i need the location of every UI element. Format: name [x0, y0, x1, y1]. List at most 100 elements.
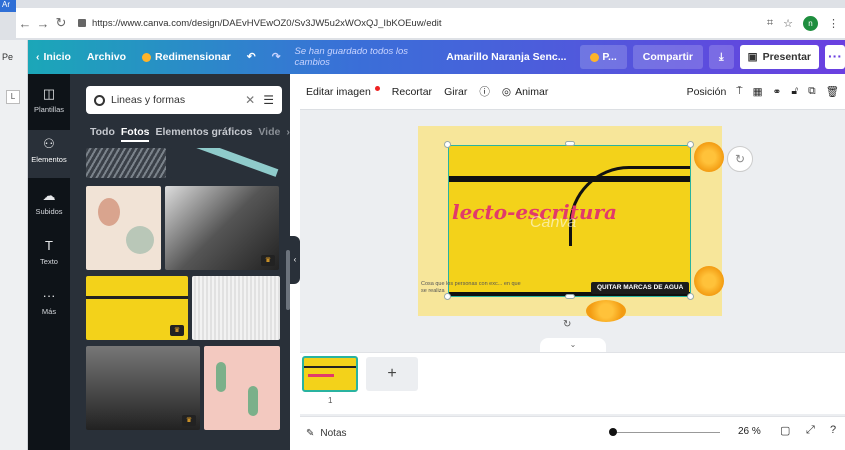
left-ruler: Pe L: [0, 40, 28, 450]
resize-handle[interactable]: [565, 141, 575, 146]
duplicate-icon[interactable]: ⧉: [808, 85, 816, 98]
url-field[interactable]: https://www.canva.com/design/DAEvHVEwOZ0…: [78, 18, 442, 29]
photo-thumb[interactable]: [192, 276, 280, 340]
link-icon[interactable]: ⚭: [773, 86, 782, 98]
grid-icon[interactable]: ⌗: [767, 17, 773, 30]
pro-button[interactable]: P...: [580, 45, 627, 69]
clear-icon[interactable]: ✕: [245, 93, 255, 107]
undo-icon[interactable]: ↶: [239, 51, 264, 63]
resize-handle[interactable]: [444, 141, 451, 148]
reload-icon[interactable]: ↻: [52, 15, 70, 31]
elements-icon: ⚇: [43, 136, 55, 151]
page-thumbnail[interactable]: [302, 356, 358, 392]
transparency-icon[interactable]: ▦: [753, 86, 763, 98]
paint-roller-icon[interactable]: ⍑: [736, 85, 742, 98]
animate-icon: ◎: [501, 85, 512, 98]
page-number: 1: [328, 396, 333, 405]
toolbar-right: Posición ⍑ ▦ ⚭ 🔓︎ ⧉ 🗑︎: [687, 85, 845, 98]
download-icon: ⤓: [718, 50, 724, 63]
tab-all[interactable]: Todo: [90, 126, 115, 142]
forward-icon[interactable]: →: [34, 16, 52, 31]
text-icon: T: [45, 238, 53, 253]
tab-videos[interactable]: Vide: [258, 126, 280, 142]
photo-thumb[interactable]: [86, 148, 166, 178]
resize-handle[interactable]: [687, 293, 694, 300]
zoom-value[interactable]: 26 %: [738, 426, 761, 437]
search-icon: [94, 94, 105, 106]
browser-actions: ⌗ ☆ n ⋮: [767, 15, 845, 31]
lock-icon[interactable]: 🔓︎: [791, 85, 798, 98]
resize-handle[interactable]: [565, 294, 575, 299]
collapse-panel-button[interactable]: ‹: [290, 236, 300, 284]
page-count-icon[interactable]: ▢: [780, 424, 790, 437]
crown-icon: ♛: [170, 325, 184, 336]
info-icon[interactable]: ⓘ: [473, 84, 496, 99]
zoom-slider-knob[interactable]: [609, 428, 617, 436]
file-menu[interactable]: Archivo: [79, 51, 134, 63]
present-button[interactable]: ▣ Presentar: [739, 45, 820, 69]
filter-icon[interactable]: ☰: [263, 93, 274, 107]
flip-button[interactable]: Girar: [438, 86, 473, 98]
photo-thumb[interactable]: [204, 346, 280, 430]
help-icon[interactable]: ?: [830, 424, 836, 436]
position-button[interactable]: Posición: [687, 86, 727, 98]
photo-thumb[interactable]: ♛: [86, 276, 188, 340]
notes-button[interactable]: ✎ Notas: [300, 428, 347, 439]
upload-icon: ☁: [42, 188, 56, 203]
browser-tab[interactable]: Ar: [0, 0, 16, 12]
home-button[interactable]: ‹ Inicio: [28, 51, 79, 63]
kebab-menu-icon[interactable]: ⋮: [828, 17, 839, 30]
canva-watermark: Canva: [530, 214, 577, 231]
document-title[interactable]: Amarillo Naranja Senc...: [438, 51, 574, 63]
chevron-right-icon[interactable]: ›: [286, 126, 290, 142]
photo-thumb[interactable]: [86, 186, 161, 270]
present-icon: ▣: [747, 51, 758, 63]
canvas-small-text[interactable]: Cosa que los personas con exc... en que …: [421, 281, 521, 295]
more-options-button[interactable]: ···: [825, 45, 845, 69]
ruler-toggle-icon[interactable]: L: [6, 90, 20, 104]
editor-topbar: ‹ Inicio Archivo Redimensionar ↶ ↷ Se han…: [28, 40, 845, 74]
bottom-bar: ✎ Notas: [300, 416, 845, 450]
address-bar-row: ← → ↻ https://www.canva.com/design/DAEvH…: [16, 8, 845, 38]
tab-graphics[interactable]: Elementos gráficos: [155, 126, 252, 142]
template-icon: ◫: [42, 86, 56, 101]
crown-icon: [590, 52, 600, 62]
rotate-icon[interactable]: ↻: [563, 319, 571, 330]
notification-dot: [374, 86, 380, 91]
zoom-slider[interactable]: [610, 432, 720, 433]
crop-button[interactable]: Recortar: [386, 86, 438, 98]
delete-icon[interactable]: 🗑︎: [826, 85, 839, 98]
crown-icon: [142, 52, 152, 62]
remove-watermark-button[interactable]: QUITAR MARCAS DE AGUA: [591, 282, 690, 294]
flower-decoration: [694, 142, 724, 172]
back-icon[interactable]: ←: [16, 16, 34, 31]
share-button[interactable]: Compartir: [632, 45, 703, 69]
chevron-down-icon[interactable]: ⌄: [540, 338, 606, 352]
context-toolbar: Editar imagen Recortar Girar ⓘ ◎ Animar P…: [300, 74, 845, 110]
resize-handle[interactable]: [687, 141, 694, 148]
nav-item-text[interactable]: T Texto: [28, 232, 70, 280]
photo-thumb[interactable]: ♛: [165, 186, 279, 270]
resize-button[interactable]: Redimensionar: [134, 51, 239, 63]
add-page-button[interactable]: +: [366, 357, 418, 391]
search-input[interactable]: Lineas y formas ✕ ☰: [86, 86, 282, 114]
animate-button[interactable]: ◎ Animar: [496, 86, 554, 98]
photo-thumb[interactable]: [170, 148, 282, 178]
star-icon[interactable]: ☆: [783, 17, 793, 30]
download-button[interactable]: ⤓: [708, 45, 734, 69]
profile-avatar[interactable]: n: [803, 15, 818, 31]
nav-item-elements[interactable]: ⚇ Elementos: [28, 130, 70, 178]
fullscreen-icon[interactable]: ⤢: [806, 424, 815, 437]
refresh-icon[interactable]: ↻: [727, 146, 753, 172]
lock-icon: [78, 19, 86, 27]
side-nav: ◫ Plantillas ⚇ Elementos ☁ Subidos T Tex…: [28, 74, 70, 450]
tab-photos[interactable]: Fotos: [120, 126, 150, 142]
edit-image-button[interactable]: Editar imagen: [300, 86, 386, 98]
resize-handle[interactable]: [444, 293, 451, 300]
nav-item-templates[interactable]: ◫ Plantillas: [28, 80, 70, 128]
category-tabs: Todo Fotos Elementos gráficos Vide ›: [90, 126, 290, 142]
redo-icon[interactable]: ↷: [264, 51, 289, 63]
photo-thumb[interactable]: ♛: [86, 346, 200, 430]
nav-item-more[interactable]: ··· Más: [28, 282, 70, 330]
nav-item-uploads[interactable]: ☁ Subidos: [28, 182, 70, 230]
